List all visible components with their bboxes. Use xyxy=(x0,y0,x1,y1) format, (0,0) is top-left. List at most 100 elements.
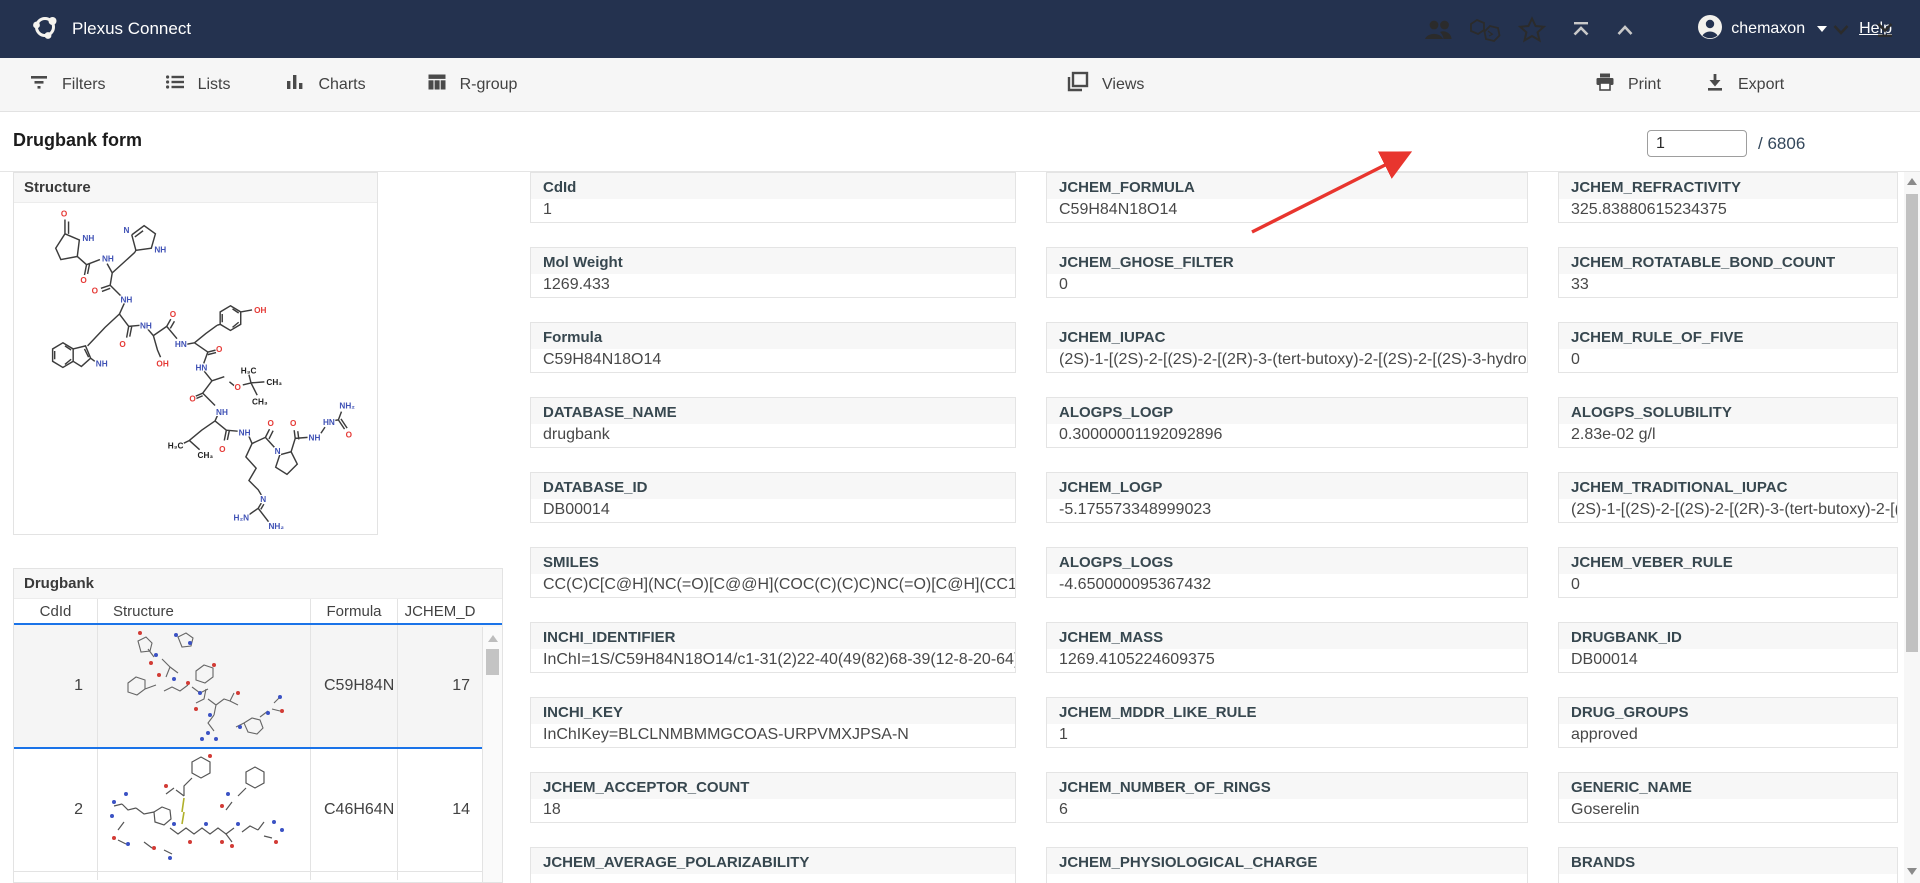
field-value[interactable]: 1269.433 xyxy=(531,274,1015,298)
field-value[interactable]: C59H84N18O14 xyxy=(1047,199,1527,223)
menu-views[interactable]: Views xyxy=(1066,58,1144,111)
menu-filters[interactable]: Filters xyxy=(28,58,106,111)
field-value[interactable]: Goserelin xyxy=(1559,799,1897,823)
field-value[interactable] xyxy=(1047,874,1527,883)
prev-record-icon[interactable] xyxy=(1614,22,1636,38)
field-value[interactable]: 18 xyxy=(531,799,1015,823)
structure-panel-title: Structure xyxy=(14,173,377,203)
people-icon[interactable] xyxy=(1421,18,1455,42)
table-row-selected[interactable]: 1 xyxy=(14,625,502,749)
fields-column-3: JCHEM_REFRACTIVITY 325.83880615234375 JC… xyxy=(1558,172,1898,883)
brand-title: Plexus Connect xyxy=(72,19,191,39)
field-value[interactable]: DB00014 xyxy=(1559,649,1897,673)
field-label: JCHEM_LOGP xyxy=(1047,473,1527,499)
svg-text:CH₃: CH₃ xyxy=(252,397,268,406)
field-card: JCHEM_VEBER_RULE 0 xyxy=(1558,547,1898,598)
field-value[interactable]: C59H84N18O14 xyxy=(531,349,1015,373)
field-card: Mol Weight 1269.433 xyxy=(530,247,1016,298)
field-value[interactable]: 2.83e-02 g/l xyxy=(1559,424,1897,448)
field-value[interactable]: -4.650000095367432 xyxy=(1047,574,1527,598)
svg-text:O: O xyxy=(189,394,196,403)
column-header-formula[interactable]: Formula xyxy=(311,599,398,623)
table-row[interactable]: 2 xyxy=(14,749,502,872)
field-value[interactable]: DB00014 xyxy=(531,499,1015,523)
menu-lists[interactable]: Lists xyxy=(164,58,231,111)
hexagons-overlap-icon[interactable] xyxy=(1468,17,1504,45)
svg-text:NH: NH xyxy=(154,245,166,254)
star-icon[interactable] xyxy=(1517,16,1547,44)
record-total-count: 6806 xyxy=(1767,134,1805,153)
scroll-up-icon[interactable] xyxy=(1907,178,1917,185)
export-button[interactable]: Export xyxy=(1704,58,1784,111)
table-scroll-up-icon[interactable] xyxy=(488,635,498,642)
field-value[interactable]: (2S)-1-[(2S)-2-[(2S)-2-[(2R)-3-(tert-but… xyxy=(1047,349,1527,373)
table-scrollbar-thumb[interactable] xyxy=(486,649,499,675)
svg-text:NH: NH xyxy=(102,255,114,264)
field-value[interactable]: 0 xyxy=(1559,574,1897,598)
first-record-icon[interactable] xyxy=(1570,20,1592,40)
field-value[interactable]: InChIKey=BLCLNMBMMGCOAS-URPVMXJPSA-N xyxy=(531,724,1015,748)
field-value[interactable]: 33 xyxy=(1559,274,1897,298)
views-overlap-icon xyxy=(1066,71,1090,98)
field-value[interactable]: 0 xyxy=(1559,349,1897,373)
svg-text:O: O xyxy=(216,345,223,354)
column-header-jchem[interactable]: JCHEM_D xyxy=(398,599,482,623)
cell-formula: C59H84N xyxy=(311,625,398,747)
form-title: Drugbank form xyxy=(13,130,142,151)
avatar-icon xyxy=(1697,14,1723,45)
field-value[interactable]: (2S)-1-[(2S)-2-[(2S)-2-[(2R)-3-(tert-but… xyxy=(1559,499,1897,523)
table-scrollbar[interactable] xyxy=(482,627,502,883)
drugbank-table-panel: Drugbank CdId Structure Formula JCHEM_D … xyxy=(13,568,503,883)
field-card: DATABASE_NAME drugbank xyxy=(530,397,1016,448)
print-button[interactable]: Print xyxy=(1594,58,1661,111)
svg-text:H₃C: H₃C xyxy=(168,442,184,451)
field-value[interactable]: approved xyxy=(1559,724,1897,748)
field-value[interactable]: drugbank xyxy=(531,424,1015,448)
svg-text:O: O xyxy=(346,430,353,439)
structure-panel: Structure xyxy=(13,172,378,535)
scroll-down-icon[interactable] xyxy=(1907,868,1917,875)
record-number-input[interactable] xyxy=(1647,130,1747,157)
field-value[interactable]: 1269.4105224609375 xyxy=(1047,649,1527,673)
svg-text:HN: HN xyxy=(323,418,335,427)
structure-image: O NH O NH N NH O NH NH O NH OH O HN OH O xyxy=(14,203,377,534)
field-value[interactable]: -5.175573348999023 xyxy=(1047,499,1527,523)
user-name: chemaxon xyxy=(1731,20,1805,38)
column-header-cdid[interactable]: CdId xyxy=(14,599,98,623)
svg-text:NH: NH xyxy=(96,359,108,368)
menu-rgroup[interactable]: R-group xyxy=(426,58,518,111)
svg-text:O: O xyxy=(80,276,87,285)
field-value[interactable] xyxy=(1559,874,1897,883)
field-value[interactable]: InChI=1S/C59H84N18O14/c1-31(2)22-40(49(8… xyxy=(531,649,1015,673)
svg-text:OH: OH xyxy=(156,359,168,368)
field-value[interactable]: 1 xyxy=(1047,724,1527,748)
field-value[interactable] xyxy=(531,874,1015,883)
column-header-structure[interactable]: Structure xyxy=(98,599,311,623)
field-value[interactable]: 1 xyxy=(531,199,1015,223)
field-value[interactable]: 0 xyxy=(1047,274,1527,298)
field-card: JCHEM_ACCEPTOR_COUNT 18 xyxy=(530,772,1016,823)
next-record-icon[interactable] xyxy=(1830,22,1852,38)
field-value[interactable]: 6 xyxy=(1047,799,1527,823)
print-icon xyxy=(1594,72,1616,97)
svg-text:HN: HN xyxy=(175,340,187,349)
print-label: Print xyxy=(1628,76,1661,94)
last-record-icon[interactable] xyxy=(1874,20,1896,40)
user-menu[interactable]: chemaxon xyxy=(1697,14,1827,45)
filter-icon xyxy=(28,72,50,97)
table-row-partial xyxy=(14,872,502,880)
page-scrollbar[interactable] xyxy=(1904,172,1920,883)
menu-charts[interactable]: Charts xyxy=(284,58,365,111)
fields-column-1: CdId 1 Mol Weight 1269.433 Formula C59H8… xyxy=(530,172,1016,883)
svg-text:O: O xyxy=(290,419,297,428)
field-value[interactable]: 325.83880615234375 xyxy=(1559,199,1897,223)
field-value[interactable]: 0.30000001192092896 xyxy=(1047,424,1527,448)
brand: Plexus Connect xyxy=(30,12,191,47)
field-label: SMILES xyxy=(531,548,1015,574)
field-label: ALOGPS_SOLUBILITY xyxy=(1559,398,1897,424)
page-scrollbar-thumb[interactable] xyxy=(1906,194,1918,652)
field-label: JCHEM_AVERAGE_POLARIZABILITY xyxy=(531,848,1015,874)
field-value[interactable]: CC(C)C[C@H](NC(=O)[C@@H](COC(C)(C)C)NC(=… xyxy=(531,574,1015,598)
field-card: DRUG_GROUPS approved xyxy=(1558,697,1898,748)
cell-structure-thumbnail xyxy=(98,625,311,747)
